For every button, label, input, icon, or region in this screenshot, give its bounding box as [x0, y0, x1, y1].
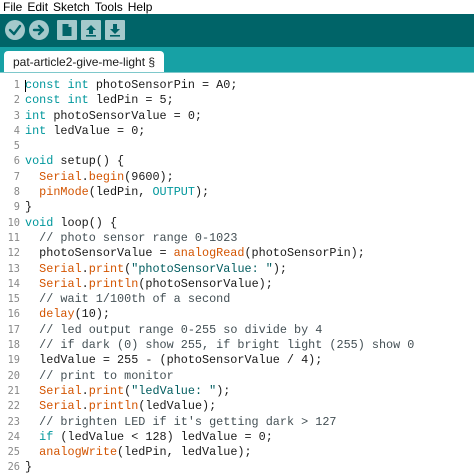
menu-sketch[interactable]: Sketch: [50, 0, 92, 14]
code-line[interactable]: int photoSensorValue = 0;: [25, 109, 414, 124]
line-number: 12: [7, 247, 20, 260]
code-line[interactable]: // if dark (0) show 255, if bright light…: [25, 338, 414, 353]
menu-bar: File Edit Sketch Tools Help: [0, 0, 474, 14]
code-line[interactable]: delay(10);: [25, 307, 414, 322]
code-line[interactable]: Serial.println(ledValue);: [25, 399, 414, 414]
toolbar: [0, 14, 474, 47]
line-number-gutter: 1 2 3 4 5 6 7 8 9 10 11 12 13 14 15 16 17 18 19 20 21 22 23 24 2…: [0, 78, 20, 476]
code-line[interactable]: // wait 1/100th of a second: [25, 292, 414, 307]
code-line[interactable]: }: [25, 200, 414, 215]
code-line[interactable]: pinMode(ledPin, OUTPUT);: [25, 185, 414, 200]
save-button[interactable]: [105, 20, 125, 40]
line-number: 23: [7, 415, 20, 428]
code-area[interactable]: const int photoSensorPin = A0; const int …: [25, 78, 414, 476]
new-file-icon: [62, 24, 72, 36]
line-number: 18: [7, 339, 20, 352]
line-number: 5: [13, 140, 20, 153]
line-number: 14: [7, 277, 20, 290]
menu-edit[interactable]: Edit: [24, 0, 50, 14]
line-number: 16: [7, 308, 20, 321]
line-number: 19: [7, 354, 20, 367]
line-number: 9: [13, 201, 20, 214]
line-number: 11: [7, 231, 20, 244]
open-arrow-up-icon: [86, 25, 96, 37]
menu-file[interactable]: File: [0, 0, 24, 14]
line-number: 17: [7, 323, 20, 336]
right-arrow-icon: [32, 24, 45, 36]
code-line[interactable]: void loop() {: [25, 216, 414, 231]
save-arrow-down-icon: [110, 24, 120, 37]
line-number: 2: [13, 94, 20, 107]
code-line[interactable]: [25, 139, 414, 154]
code-editor[interactable]: 1 2 3 4 5 6 7 8 9 10 11 12 13 14 15 16 17 18 19 20 21 22 23 24 2…: [0, 72, 474, 474]
open-button[interactable]: [81, 20, 101, 40]
verify-button[interactable]: [5, 20, 25, 40]
code-line[interactable]: ledValue = 255 - (photoSensorValue / 4);: [25, 353, 414, 368]
code-line[interactable]: analogWrite(ledPin, ledValue);: [25, 445, 414, 460]
line-number: 24: [7, 430, 20, 443]
code-line[interactable]: // led output range 0-255 so divide by 4: [25, 323, 414, 338]
tab-sketch[interactable]: pat-article2-give-me-light §: [4, 51, 165, 72]
line-number: 13: [7, 262, 20, 275]
code-line[interactable]: if (ledValue < 128) ledValue = 0;: [25, 430, 414, 445]
line-number: 15: [7, 293, 20, 306]
code-line[interactable]: // photo sensor range 0-1023: [25, 231, 414, 246]
code-line[interactable]: // brighten LED if it's getting dark > 1…: [25, 415, 414, 430]
line-number: 26: [7, 461, 20, 474]
line-number: 21: [7, 384, 20, 397]
line-number: 6: [13, 155, 20, 168]
new-button[interactable]: [57, 20, 77, 40]
code-line[interactable]: const int photoSensorPin = A0;: [25, 78, 414, 93]
line-number: 22: [7, 400, 20, 413]
code-line[interactable]: // print to monitor: [25, 369, 414, 384]
code-line[interactable]: Serial.begin(9600);: [25, 170, 414, 185]
line-number: 10: [7, 216, 20, 229]
line-number: 3: [13, 109, 20, 122]
code-line[interactable]: const int ledPin = 5;: [25, 93, 414, 108]
code-line[interactable]: photoSensorValue = analogRead(photoSenso…: [25, 246, 414, 261]
line-number: 25: [7, 446, 20, 459]
line-number: 7: [13, 170, 20, 183]
menu-help[interactable]: Help: [125, 0, 155, 14]
code-line[interactable]: }: [25, 460, 414, 475]
code-line[interactable]: Serial.print("photoSensorValue: ");: [25, 262, 414, 277]
line-number: 8: [13, 186, 20, 199]
tab-bar: pat-article2-give-me-light §: [0, 47, 474, 72]
checkmark-icon: [8, 24, 22, 36]
upload-button[interactable]: [29, 20, 49, 40]
code-line[interactable]: int ledValue = 0;: [25, 124, 414, 139]
line-number: 20: [7, 369, 20, 382]
line-number: 1: [13, 79, 20, 91]
code-line[interactable]: Serial.print("ledValue: ");: [25, 384, 414, 399]
menu-tools[interactable]: Tools: [92, 0, 125, 14]
code-line[interactable]: Serial.println(photoSensorValue);: [25, 277, 414, 292]
line-number: 4: [13, 124, 20, 137]
code-line[interactable]: void setup() {: [25, 154, 414, 169]
